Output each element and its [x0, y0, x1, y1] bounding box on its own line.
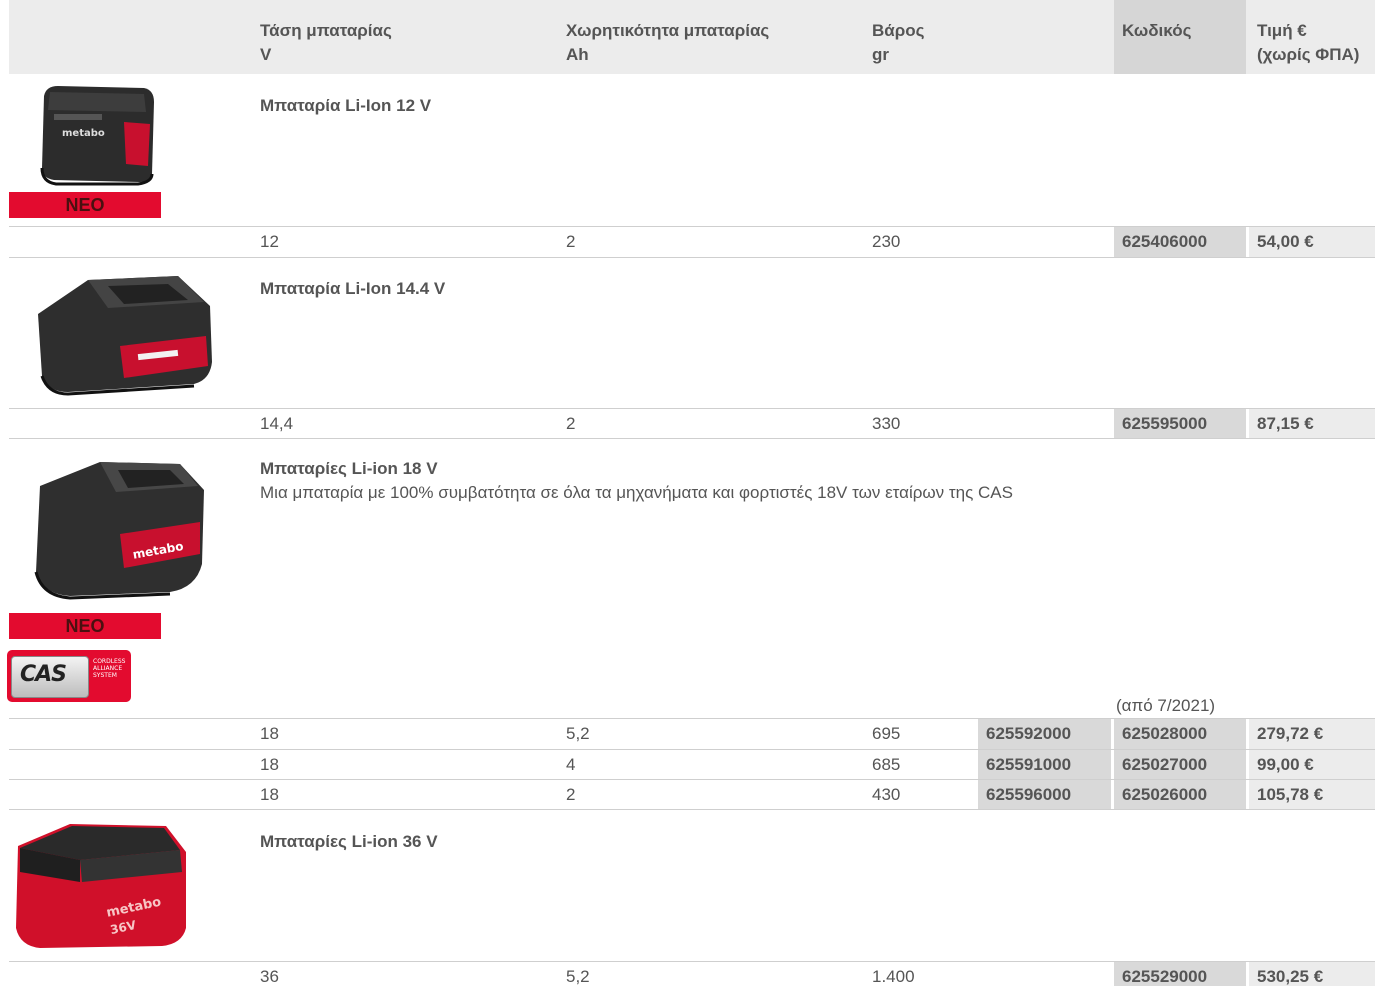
- cell-voltage: 14,4: [260, 414, 294, 433]
- cas-logo-line2: ALLIANCE: [93, 665, 123, 672]
- header-price-label: Τιμή €: [1257, 21, 1307, 40]
- product-title: Μπαταρίες Li-ion 18 V: [260, 459, 438, 478]
- cell-voltage: 18: [260, 785, 279, 804]
- cell-weight: 695: [872, 724, 901, 743]
- cell-voltage: 12: [260, 232, 279, 251]
- cell-capacity: 2: [566, 785, 576, 804]
- product-description: Μια μπαταρία με 100% συμβατότητα σε όλα …: [260, 483, 1013, 502]
- header-price-vat-note: (χωρίς ΦΠΑ): [1257, 45, 1360, 64]
- header-capacity-unit: Ah: [566, 45, 589, 64]
- cas-logo-mark: CAS: [11, 656, 89, 698]
- cell-capacity: 2: [566, 232, 576, 251]
- cell-code: 625026000: [1122, 785, 1208, 804]
- divider: [9, 438, 1375, 439]
- header-voltage-unit: V: [260, 45, 272, 64]
- cell-capacity: 5,2: [566, 967, 590, 986]
- cell-code: 625028000: [1122, 724, 1208, 743]
- cell-code: 625027000: [1122, 755, 1208, 774]
- cell-old-code: 625596000: [986, 785, 1072, 804]
- cell-price: 105,78 €: [1257, 785, 1324, 804]
- svg-text:metabo: metabo: [62, 128, 105, 139]
- cell-capacity: 4: [566, 755, 576, 774]
- product-title: Μπαταρία Li-Ion 12 V: [260, 96, 432, 115]
- header-weight-unit: gr: [872, 45, 889, 64]
- cell-code: 625406000: [1122, 232, 1208, 251]
- battery-36v-image: metabo 36V: [16, 824, 186, 948]
- cell-voltage: 36: [260, 967, 279, 986]
- cas-logo-text: CAS: [20, 662, 67, 687]
- new-badge: ΝΕΟ: [9, 192, 161, 218]
- new-badge: ΝΕΟ: [9, 613, 161, 639]
- cell-capacity: 2: [566, 414, 576, 433]
- cell-weight: 430: [872, 785, 901, 804]
- cell-capacity: 5,2: [566, 724, 590, 743]
- cell-code: 625595000: [1122, 414, 1208, 433]
- product-title: Μπαταρίες Li-ion 36 V: [260, 832, 438, 851]
- header-code: Κωδικός: [1122, 19, 1191, 43]
- cell-price: 279,72 €: [1257, 724, 1324, 743]
- cell-price: 87,15 €: [1257, 414, 1314, 433]
- cas-logo-caption: CORDLESS ALLIANCE SYSTEM: [93, 658, 129, 679]
- header-capacity: Χωρητικότητα μπαταρίας Ah: [566, 19, 769, 67]
- cell-voltage: 18: [260, 724, 279, 743]
- new-code-note: (από 7/2021): [1116, 696, 1216, 715]
- header-code-label: Κωδικός: [1122, 21, 1192, 40]
- cell-code: 625529000: [1122, 967, 1208, 986]
- cas-logo: CAS CORDLESS ALLIANCE SYSTEM: [7, 650, 131, 702]
- cell-weight: 1.400: [872, 967, 915, 986]
- cell-old-code: 625592000: [986, 724, 1072, 743]
- battery-18v-image: metabo: [34, 462, 204, 600]
- cell-price: 530,25 €: [1257, 967, 1324, 986]
- divider: [9, 809, 1375, 810]
- cell-old-code: 625591000: [986, 755, 1072, 774]
- product-title: Μπαταρία Li-Ion 14.4 V: [260, 279, 446, 298]
- header-price: Τιμή € (χωρίς ΦΠΑ): [1257, 19, 1359, 67]
- battery-12v-image: metabo: [40, 86, 154, 186]
- cas-logo-line1: CORDLESS: [93, 658, 126, 665]
- cas-logo-line3: SYSTEM: [93, 672, 117, 679]
- battery-14v-image: [38, 276, 212, 396]
- header-capacity-label: Χωρητικότητα μπαταρίας: [566, 21, 770, 40]
- cell-weight: 685: [872, 755, 901, 774]
- cell-price: 99,00 €: [1257, 755, 1314, 774]
- divider: [9, 257, 1375, 258]
- header-voltage-label: Τάση μπαταρίας: [260, 21, 392, 40]
- header-voltage: Τάση μπαταρίας V: [260, 19, 392, 67]
- cell-voltage: 18: [260, 755, 279, 774]
- header-weight-label: Βάρος: [872, 21, 925, 40]
- cell-price: 54,00 €: [1257, 232, 1314, 251]
- cell-weight: 230: [872, 232, 901, 251]
- header-weight: Βάρος gr: [872, 19, 924, 67]
- cell-weight: 330: [872, 414, 901, 433]
